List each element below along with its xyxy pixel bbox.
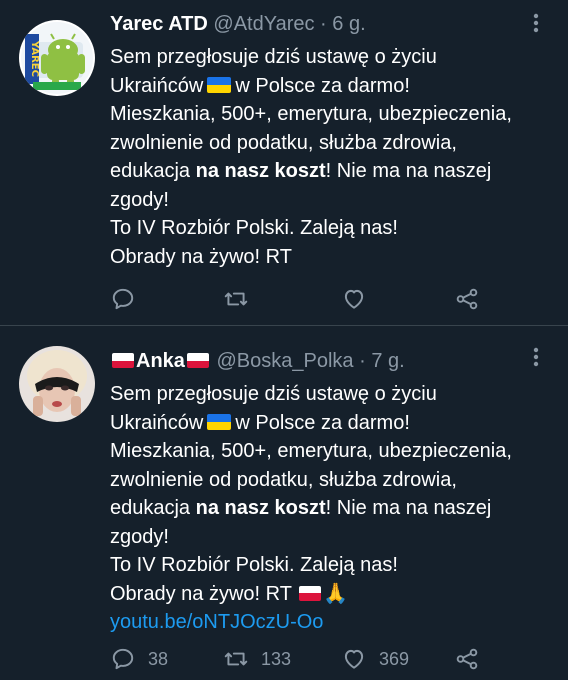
avatar-label: YAREC [29,40,40,77]
timestamp[interactable]: 7 g. [371,350,404,372]
tweet-actions: 38 133 369 [110,644,490,674]
text-line: Mieszkania, 500+, emerytura, ubezpieczen… [110,103,512,125]
like-button[interactable] [341,284,379,314]
text-line: edukacja na nasz koszt! Nie ma na naszej [110,157,548,186]
like-icon [344,289,364,309]
reply-button[interactable] [110,284,148,314]
reply-button[interactable]: 38 [110,644,168,674]
flag-ua-icon [207,413,232,430]
reply-count: 38 [148,648,169,669]
bold-text: na nasz koszt [195,497,326,519]
more-icon[interactable] [526,344,546,370]
more-icon[interactable] [526,10,546,36]
like-button[interactable]: 369 [341,644,409,674]
display-name[interactable]: Anka [136,350,185,372]
text-line: zgody! [110,525,169,548]
separator: · [359,350,366,372]
tweet-content: Anka @Boska_Polka · 7 g. Sem przegłosuje… [110,348,548,637]
text-line: Obrady na żywo! RT [110,245,292,268]
avatar[interactable] [19,346,95,422]
retweet-button[interactable]: 133 [223,644,291,674]
text-span: w Polsce za darmo! [235,74,410,97]
retweet-count: 133 [261,648,292,669]
tweet-text: Sem przegłosuje dziś ustawę o życiu Ukra… [110,380,548,637]
text-span: edukacja [110,497,191,519]
retweet-icon [224,292,248,306]
tweet-text: Sem przegłosuje dziś ustawę o życiu Ukra… [110,43,548,271]
android-avatar-icon: YAREC [19,20,95,96]
text-line: Ukraińców w Polsce za darmo! [110,72,548,101]
text-line: zwolnienie od podatku, służba zdrowia, [110,131,457,154]
text-line: Ukraińców w Polsce za darmo! [110,409,548,438]
tweet-content: Yarec ATD @AtdYarec · 6 g. Sem przegłosu… [110,11,548,271]
text-span: Obrady na żywo! RT [110,582,292,605]
tweet-header: Yarec ATD @AtdYarec · 6 g. [110,11,548,39]
text-line: zgody! [110,188,169,211]
text-line: Obrady na żywo! RT 🙏 [110,580,548,609]
retweet-button[interactable] [223,284,261,314]
separator: · [320,13,327,35]
retweet-icon [224,652,248,666]
user-handle[interactable]: @AtdYarec [213,13,314,35]
text-line: edukacja na nasz koszt! Nie ma na naszej [110,494,548,523]
text-line: To IV Rozbiór Polski. Zaleją nas! [110,217,398,239]
user-handle[interactable]: @Boska_Polka [216,350,353,372]
flag-ua-icon [207,76,232,93]
text-line: Sem przegłosuje dziś ustawę o życiu [110,46,437,68]
text-span: w Polsce za darmo! [235,411,410,434]
text-line: To IV Rozbiór Polski. Zaleją nas! [110,554,398,576]
timeline: YAREC Yarec ATD @AtdYarec · 6 g. Sem prz… [0,0,568,680]
timestamp[interactable]: 6 g. [332,13,365,35]
text-line: zwolnienie od podatku, służba zdrowia, [110,468,457,491]
tweet[interactable]: Anka @Boska_Polka · 7 g. Sem przegłosuje… [0,326,568,680]
avatar[interactable]: YAREC [19,20,95,96]
portrait-avatar-icon [19,346,95,422]
tweet-header: Anka @Boska_Polka · 7 g. [110,348,548,376]
share-icon [456,648,478,670]
reply-icon [112,288,134,310]
share-icon [456,288,478,310]
flag-pl-icon [186,353,209,368]
flag-pl-icon [299,585,322,601]
display-name[interactable]: Yarec ATD [110,13,208,35]
flag-pl-icon [112,353,134,368]
tweet-link[interactable]: youtu.be/oNTJOczU-Oo [110,611,323,633]
text-span: ! Nie ma na naszej [325,160,492,182]
text-span: edukacja [110,160,191,182]
pray-icon: 🙏 [323,582,349,605]
text-line: youtu.be/oNTJOczU-Oo [110,608,548,637]
tweet[interactable]: YAREC Yarec ATD @AtdYarec · 6 g. Sem prz… [0,0,568,325]
reply-icon [112,648,134,670]
text-span: ! Nie ma na naszej [325,497,492,519]
text-line: Mieszkania, 500+, emerytura, ubezpieczen… [110,440,512,462]
text-span: Ukraińców [110,411,204,434]
like-count: 369 [379,648,410,669]
tweet-actions [110,284,490,314]
bold-text: na nasz koszt [195,160,326,182]
text-line: Sem przegłosuje dziś ustawę o życiu [110,383,437,405]
share-button[interactable] [454,644,480,674]
share-button[interactable] [454,284,480,314]
text-span: Ukraińców [110,74,204,97]
like-icon [344,649,364,669]
